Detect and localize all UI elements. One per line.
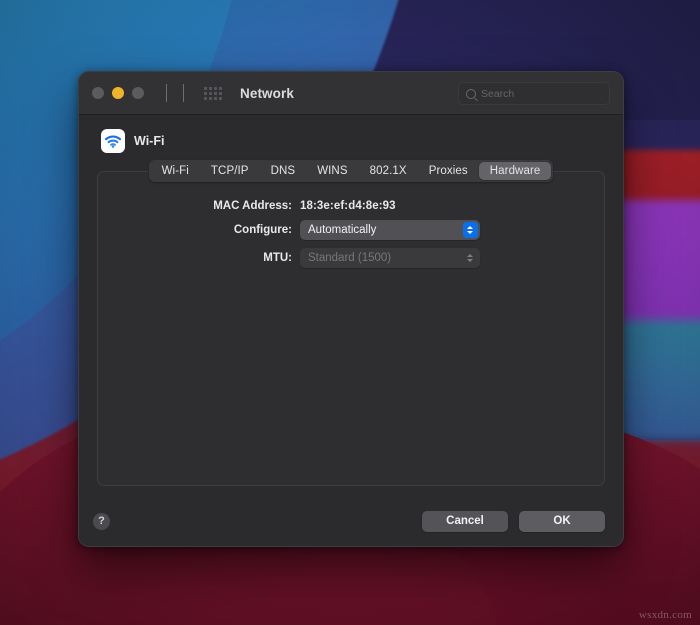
settings-tabbar: Wi-Fi TCP/IP DNS WINS 802.1X Proxies Har… [148, 160, 554, 182]
hardware-settings-panel: MAC Address: 18:3e:ef:d4:8e:93 Configure… [97, 171, 605, 486]
watermark-text: wsxdn.com [638, 609, 692, 621]
tab-proxies[interactable]: Proxies [418, 162, 479, 180]
configure-label: Configure: [233, 224, 292, 236]
window-body: Wi-Fi Wi-Fi TCP/IP DNS WINS 802.1X Proxi… [79, 115, 623, 496]
cancel-button[interactable]: Cancel [422, 510, 508, 532]
search-field[interactable]: Search [458, 82, 610, 105]
tab-tcpip[interactable]: TCP/IP [200, 162, 260, 180]
help-button[interactable]: ? [93, 512, 110, 530]
search-icon [466, 88, 476, 99]
tab-wifi[interactable]: Wi-Fi [151, 162, 200, 180]
forward-button[interactable] [183, 84, 184, 102]
wifi-icon [101, 129, 125, 153]
window-controls [92, 87, 144, 99]
mac-address-value: 18:3e:ef:d4:8e:93 [300, 200, 396, 212]
mtu-label: MTU: [263, 252, 292, 264]
minimize-button[interactable] [112, 87, 124, 99]
interface-header: Wi-Fi [97, 129, 605, 153]
chevron-updown-icon[interactable] [462, 222, 478, 238]
configure-row: Configure: Automatically [98, 220, 604, 240]
grid-icon[interactable] [204, 86, 222, 100]
hardware-form: MAC Address: 18:3e:ef:d4:8e:93 Configure… [98, 200, 604, 268]
mtu-value: Standard (1500) [308, 252, 392, 264]
zoom-button[interactable] [132, 87, 144, 99]
window-footer: ? Cancel OK [79, 496, 623, 546]
mtu-row: MTU: Standard (1500) [98, 248, 604, 268]
interface-name: Wi-Fi [134, 134, 165, 148]
tab-dns[interactable]: DNS [260, 162, 307, 180]
mac-address-row: MAC Address: 18:3e:ef:d4:8e:93 [98, 200, 604, 212]
search-placeholder: Search [481, 87, 515, 100]
configure-value: Automatically [308, 224, 377, 236]
close-button[interactable] [92, 87, 104, 99]
ok-button[interactable]: OK [519, 510, 605, 532]
mac-address-label: MAC Address: [213, 200, 292, 212]
back-button[interactable] [166, 84, 167, 102]
chevron-updown-icon-disabled [463, 250, 478, 266]
window-titlebar: Network Search [79, 72, 623, 115]
mtu-dropdown: Standard (1500) [300, 248, 480, 268]
tab-8021x[interactable]: 802.1X [359, 162, 418, 180]
navigation-arrows [166, 84, 184, 102]
window-title: Network [240, 85, 294, 101]
tab-hardware[interactable]: Hardware [478, 162, 552, 180]
footer-buttons: Cancel OK [422, 510, 605, 532]
network-preferences-window: Network Search Wi-Fi Wi-Fi TCP/IP DNS WI… [78, 71, 624, 547]
tab-wins[interactable]: WINS [306, 162, 358, 180]
configure-dropdown[interactable]: Automatically [300, 220, 480, 240]
